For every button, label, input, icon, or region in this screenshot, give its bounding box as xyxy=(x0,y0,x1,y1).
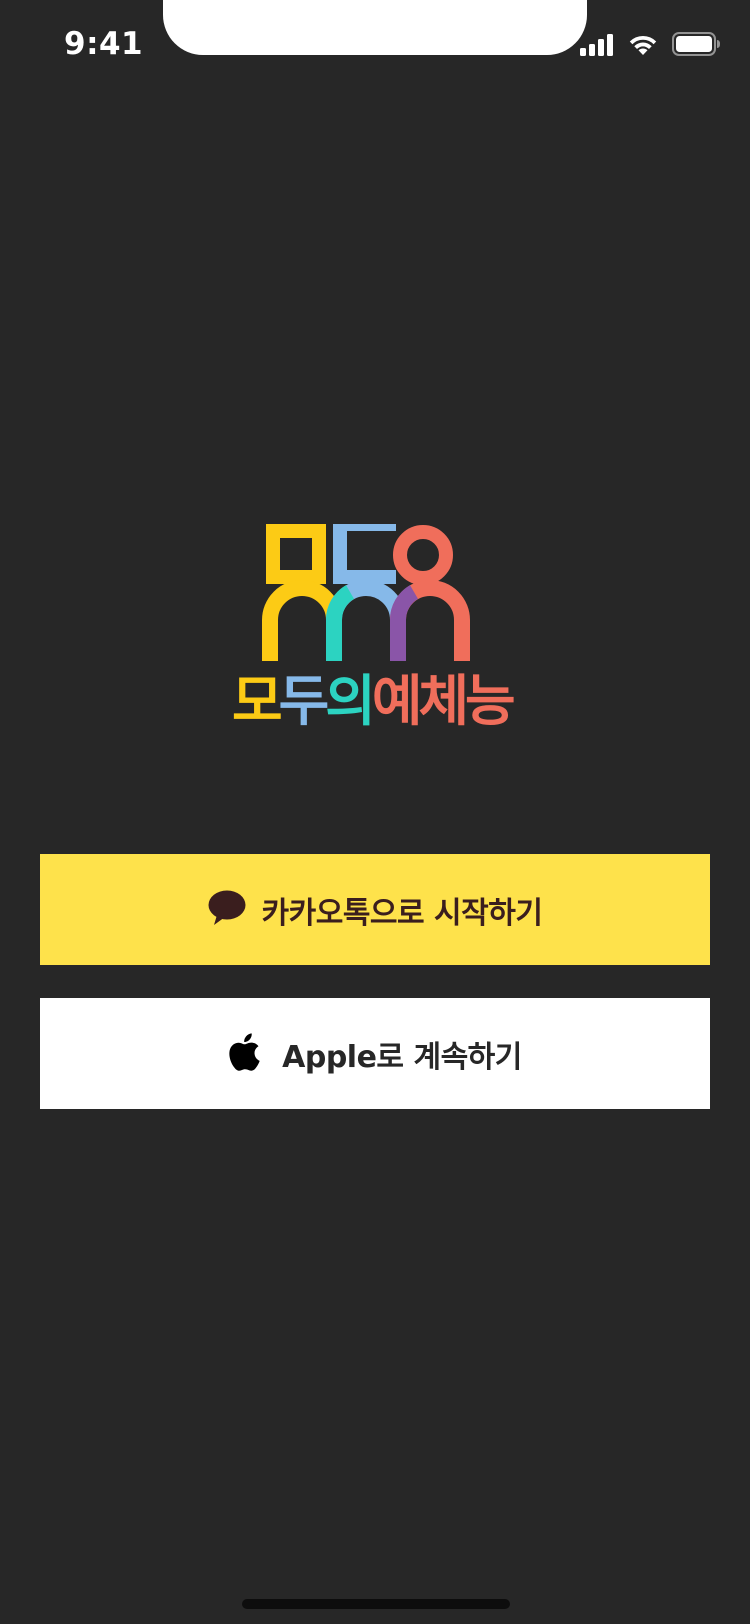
app-name-char-3: 의 xyxy=(325,669,376,733)
app-name-char-5: 체 xyxy=(418,669,469,733)
wifi-icon xyxy=(628,34,658,60)
apple-icon xyxy=(228,1032,260,1075)
app-name-char-4: 예 xyxy=(371,669,423,733)
status-bar: 9:41 xyxy=(0,0,750,90)
status-time: 9:41 xyxy=(64,26,144,62)
app-name-char-6: 능 xyxy=(465,669,516,733)
battery-icon xyxy=(672,32,720,60)
apple-login-button[interactable]: Apple로 계속하기 xyxy=(40,998,710,1109)
signal-icon xyxy=(580,34,614,60)
app-name-char-1: 모 xyxy=(232,669,283,733)
app-name-text: 모 두 의 예 체 능 xyxy=(232,666,532,736)
kakao-login-button[interactable]: 카카오톡으로 시작하기 xyxy=(40,854,710,965)
speech-bubble-icon xyxy=(208,890,246,930)
app-name-char-2: 두 xyxy=(278,669,330,733)
apple-login-label: Apple로 계속하기 xyxy=(282,1039,522,1075)
kakao-login-label: 카카오톡으로 시작하기 xyxy=(261,895,543,931)
home-indicator xyxy=(242,1599,510,1609)
status-icons xyxy=(580,32,720,60)
notch xyxy=(163,0,587,55)
